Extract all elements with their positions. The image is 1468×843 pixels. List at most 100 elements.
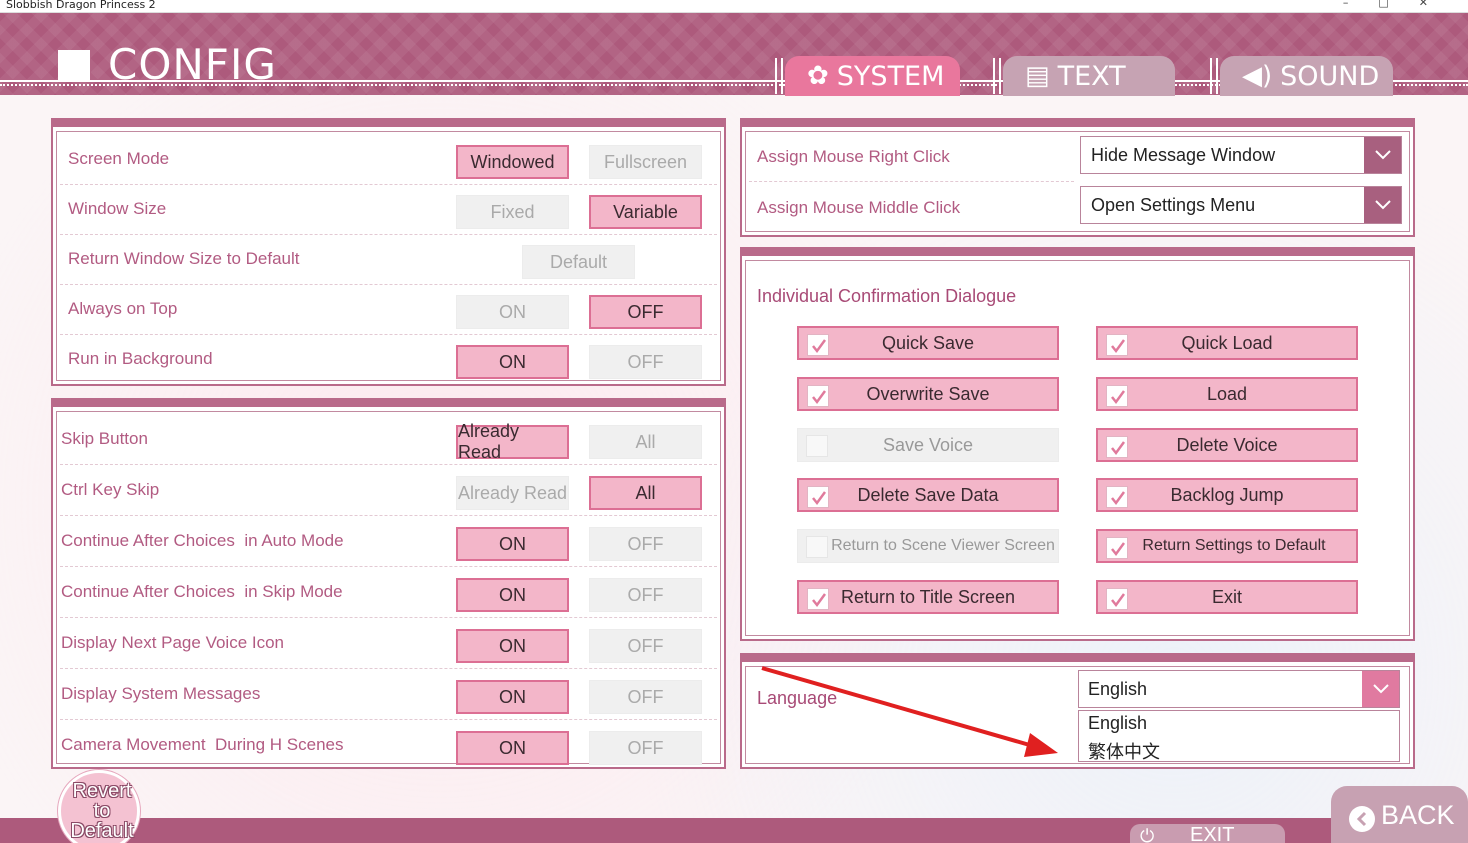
off-button[interactable]: OFF [589,731,702,765]
language-option-english[interactable]: English [1088,713,1147,734]
checkbox-checked-icon[interactable] [1106,334,1128,356]
setting-label: Display Next Page Voice Icon [61,633,285,652]
on-button[interactable]: ON [456,629,569,663]
chevron-down-icon[interactable] [1364,187,1401,223]
skip-settings-panel: Skip Button Already Read All Ctrl Key Sk… [51,398,726,771]
setting-label: Ctrl Key Skip [61,480,160,499]
already-read-button[interactable]: Already Read [456,476,569,510]
checkbox-unchecked-icon[interactable] [806,435,828,457]
maximize-icon[interactable]: □ [1378,0,1418,9]
confirm-quick-load[interactable]: Quick Load [1096,326,1358,360]
confirm-label: Return Settings to Default [1142,537,1326,554]
setting-row-return-window-size: Return Window Size to Default Default [60,235,717,285]
setting-label: Continue After Choices in Auto Mode [61,531,344,550]
on-button[interactable]: ON [456,731,569,765]
confirm-label: Delete Voice [1176,434,1278,455]
setting-label: Display System Messages [61,684,261,703]
exit-button[interactable]: ⏻ EXIT [1130,824,1285,843]
power-icon: ⏻ [1140,826,1155,843]
minimize-icon[interactable]: – [1343,0,1379,9]
checkbox-checked-icon[interactable] [807,486,829,508]
on-button[interactable]: ON [456,680,569,714]
language-select[interactable]: English [1078,670,1400,708]
confirm-backlog-jump[interactable]: Backlog Jump [1096,478,1358,512]
tab-system[interactable]: ✿ SYSTEM [785,56,960,96]
on-button[interactable]: ON [456,295,569,329]
middle-click-select[interactable]: Open Settings Menu [1080,186,1402,224]
on-button[interactable]: ON [456,578,569,612]
setting-label: Camera Movement During H Scenes [61,735,344,754]
off-button[interactable]: OFF [589,345,702,379]
right-click-value: Hide Message Window [1091,145,1276,165]
window-controls[interactable]: –□✕ [1343,0,1458,9]
confirm-return-scene-viewer[interactable]: Return to Scene Viewer Screen [797,529,1059,563]
confirm-overwrite-save[interactable]: Overwrite Save [797,377,1059,411]
setting-row-always-on-top: Always on Top ON OFF [60,285,717,335]
checkbox-checked-icon[interactable] [807,334,829,356]
config-title-square-icon [58,50,90,82]
confirm-return-title-screen[interactable]: Return to Title Screen [797,580,1059,614]
confirm-quick-save[interactable]: Quick Save [797,326,1059,360]
revert-label-line1: Revert [72,780,132,802]
chevron-down-icon[interactable] [1362,671,1399,707]
setting-row-continue-auto: Continue After Choices in Auto Mode ON O… [60,517,717,567]
on-button[interactable]: ON [456,345,569,379]
setting-row-continue-skip: Continue After Choices in Skip Mode ON O… [60,568,717,618]
tab-text[interactable]: ▤ TEXT [1003,56,1175,96]
checkbox-checked-icon[interactable] [1106,537,1128,559]
language-option-traditional-chinese[interactable]: 繁体中文 [1088,738,1160,764]
setting-label: Skip Button [61,429,148,448]
tab-sound-label: SOUND [1280,60,1380,92]
display-settings-panel: Screen Mode Windowed Fullscreen Window S… [51,118,726,386]
checkbox-checked-icon[interactable] [1106,385,1128,407]
setting-row-skip-button: Skip Button Already Read All [60,415,717,465]
revert-label-line3: Default [70,820,134,842]
on-button[interactable]: ON [456,527,569,561]
middle-click-label: Assign Mouse Middle Click [757,198,961,217]
confirm-label: Exit [1211,586,1242,607]
confirmation-dialogue-panel: Individual Confirmation Dialogue Quick S… [740,247,1415,641]
confirm-label: Delete Save Data [857,484,999,505]
checkbox-checked-icon[interactable] [1106,436,1128,458]
checkbox-checked-icon[interactable] [807,385,829,407]
confirm-delete-save-data[interactable]: Delete Save Data [797,478,1059,512]
windowed-button[interactable]: Windowed [456,145,569,179]
checkbox-unchecked-icon[interactable] [806,536,828,558]
setting-row-camera-movement: Camera Movement During H Scenes ON OFF [60,721,717,771]
all-button[interactable]: All [589,476,702,510]
confirm-label: Load [1206,383,1248,404]
confirm-exit[interactable]: Exit [1096,580,1358,614]
tab-sound[interactable]: ◀) SOUND [1220,56,1393,96]
all-button[interactable]: All [589,425,702,459]
off-button[interactable]: OFF [589,680,702,714]
fullscreen-button[interactable]: Fullscreen [589,145,702,179]
close-icon[interactable]: ✕ [1419,0,1458,9]
confirm-load[interactable]: Load [1096,377,1358,411]
back-button[interactable]: BACK [1331,786,1468,843]
setting-label: Screen Mode [68,149,170,168]
right-click-select[interactable]: Hide Message Window [1080,136,1402,174]
setting-label: Continue After Choices in Skip Mode [61,582,343,601]
language-value: English [1088,679,1148,699]
confirm-save-voice[interactable]: Save Voice [797,428,1059,462]
right-click-label: Assign Mouse Right Click [757,147,950,166]
tab-separator [1210,58,1218,94]
document-icon: ▤ [1025,61,1050,91]
off-button[interactable]: OFF [589,578,702,612]
checkbox-checked-icon[interactable] [1106,486,1128,508]
already-read-button[interactable]: Already Read [456,421,569,462]
off-button[interactable]: OFF [589,527,702,561]
confirm-delete-voice[interactable]: Delete Voice [1096,428,1358,462]
default-button[interactable]: Default [522,245,635,279]
confirm-return-settings-default[interactable]: Return Settings to Default [1096,529,1358,563]
chevron-down-icon[interactable] [1364,137,1401,173]
revert-to-default-button[interactable]: Revert to Default [58,770,140,843]
fixed-button[interactable]: Fixed [456,195,569,229]
off-button[interactable]: OFF [589,295,702,329]
checkbox-checked-icon[interactable] [1106,588,1128,610]
checkbox-checked-icon[interactable] [807,588,829,610]
setting-row-next-page-voice-icon: Display Next Page Voice Icon ON OFF [60,619,717,669]
back-arrow-icon [1349,806,1375,832]
off-button[interactable]: OFF [589,629,702,663]
variable-button[interactable]: Variable [589,195,702,229]
